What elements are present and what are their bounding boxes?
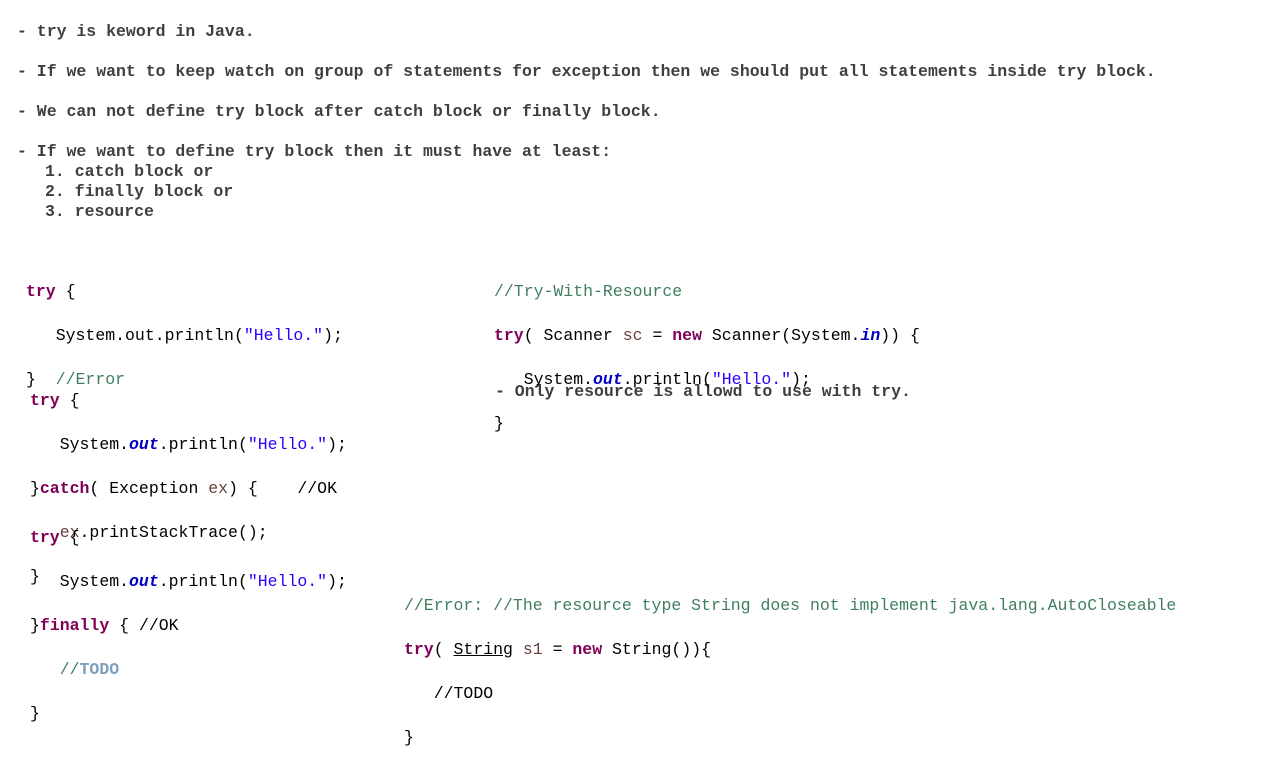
comment: //OK: [138, 616, 179, 635]
keyword: catch: [39, 479, 90, 498]
note-try-keyword: - try is keword in Java.: [17, 22, 255, 41]
static-field: in: [860, 326, 881, 345]
list-item: 1. catch block or: [45, 162, 214, 181]
variable: s1: [522, 640, 543, 659]
string-literal: "Hello.": [243, 326, 324, 345]
keyword: try: [404, 640, 434, 659]
variable: ex: [208, 479, 229, 498]
note-at-least: - If we want to define try block then it…: [17, 142, 612, 161]
keyword: try: [26, 282, 56, 301]
code-try-finally: try { System.out.println("Hello."); }fin…: [30, 528, 347, 723]
keyword: try: [30, 528, 60, 547]
string-literal: "Hello.": [711, 370, 792, 389]
list-item: 2. finally block or: [45, 182, 234, 201]
keyword: new: [572, 640, 603, 659]
note-try-after-catch: - We can not define try block after catc…: [17, 102, 661, 121]
keyword: try: [30, 391, 60, 410]
todo-tag: TODO: [79, 660, 120, 679]
code-string-resource-error: //Error: //The resource type String does…: [404, 596, 1177, 747]
keyword: new: [672, 326, 702, 345]
keyword: finally: [39, 616, 110, 635]
variable: sc: [622, 326, 643, 345]
static-field: out: [129, 572, 159, 591]
static-field: out: [129, 435, 159, 454]
comment: //Error: //The resource type String does…: [404, 596, 1177, 615]
string-literal: "Hello.": [247, 435, 328, 454]
code-try-with-resource: //Try-With-Resource try( Scanner sc = ne…: [494, 282, 920, 433]
static-field: out: [593, 370, 623, 389]
comment: //Try-With-Resource: [494, 282, 683, 301]
comment: //OK: [297, 479, 337, 498]
keyword: try: [494, 326, 524, 345]
note-group-statements: - If we want to keep watch on group of s…: [17, 62, 1156, 81]
string-literal: "Hello.": [247, 572, 328, 591]
error-underlined-type: String: [453, 640, 513, 659]
list-item: 3. resource: [45, 202, 154, 221]
